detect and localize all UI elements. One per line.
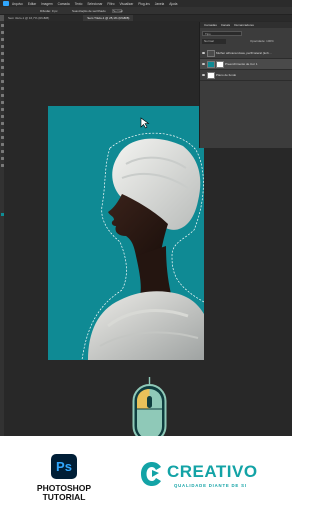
- layer-thumbnail: [207, 71, 215, 79]
- tab-layers[interactable]: Camadas: [202, 23, 219, 27]
- brand-name: CREATIVO: [167, 462, 258, 481]
- creativo-logo-icon: [141, 462, 161, 486]
- photoshop-logo-icon: [3, 1, 9, 6]
- opacity-field[interactable]: Opacidade: 100%: [250, 39, 290, 44]
- feather-label: Difusão: 0 px: [40, 9, 58, 13]
- style-select-value: Normal: [113, 9, 123, 13]
- portrait-photo: [81, 132, 204, 360]
- options-bar: Difusão: 0 px Suavização de serrilhado N…: [0, 7, 292, 15]
- footer-branding: Ps PHOTOSHOP TUTORIAL CREATIVO QUALIDADE…: [0, 436, 292, 520]
- tutorial-title-line2: TUTORIAL: [42, 492, 86, 502]
- visibility-eye-icon[interactable]: [202, 52, 205, 54]
- layer-name: Plano de fundo: [216, 73, 237, 77]
- visibility-eye-icon[interactable]: [202, 63, 205, 65]
- layer-row[interactable]: Plano de fundo: [200, 70, 292, 81]
- menu-filter[interactable]: Filtro: [107, 2, 114, 6]
- layer-row[interactable]: Mulher africana idosa, perfil lateral (t…: [200, 48, 292, 59]
- photoshop-badge-icon: Ps: [51, 454, 77, 479]
- document-canvas[interactable]: [48, 106, 204, 360]
- menu-window[interactable]: Janela: [155, 2, 164, 6]
- menu-image[interactable]: Imagem: [41, 2, 53, 6]
- mask-thumbnail: [216, 60, 224, 68]
- cursor-icon: [140, 117, 150, 129]
- antialias-checkbox[interactable]: Suavização de serrilhado: [72, 9, 106, 13]
- layer-name: Mulher africana idosa, perfil lateral (t…: [216, 51, 272, 55]
- layer-name: Preenchimento de Cor 1: [225, 62, 258, 66]
- menu-plugins[interactable]: Plug-ins: [138, 2, 150, 6]
- menu-view[interactable]: Visualizar: [120, 2, 134, 6]
- layer-row-selected[interactable]: Preenchimento de Cor 1: [200, 59, 292, 70]
- brand-tagline: QUALIDADE DIANTE DE SI: [174, 483, 247, 488]
- tab-channels[interactable]: Canais: [219, 23, 232, 27]
- mouse-illustration: [132, 377, 167, 436]
- tab-paths[interactable]: Demarcadores: [232, 23, 256, 27]
- menu-layer[interactable]: Camada: [58, 2, 70, 6]
- layers-panel: Camadas Canais Demarcadores Tipo Normal …: [199, 22, 292, 148]
- menu-type[interactable]: Texto: [75, 2, 83, 6]
- menu-file[interactable]: Arquivo: [12, 2, 23, 6]
- menu-select[interactable]: Selecionar: [87, 2, 102, 6]
- visibility-eye-icon[interactable]: [202, 74, 205, 76]
- fill-thumbnail: [207, 60, 215, 68]
- layer-thumbnail: [207, 49, 215, 57]
- blend-mode-select[interactable]: Normal: [202, 39, 226, 44]
- menu-edit[interactable]: Editar: [28, 2, 36, 6]
- layer-filter-input[interactable]: Tipo: [202, 31, 242, 36]
- menu-bar: Arquivo Editar Imagem Camada Texto Selec…: [0, 0, 292, 7]
- layers-panel-tabs: Camadas Canais Demarcadores: [200, 22, 292, 28]
- photoshop-window: Arquivo Editar Imagem Camada Texto Selec…: [0, 0, 292, 436]
- menu-help[interactable]: Ajuda: [169, 2, 177, 6]
